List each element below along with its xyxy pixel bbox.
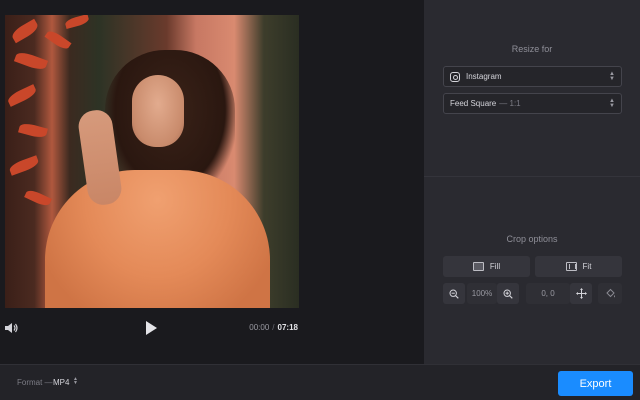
fit-icon <box>565 262 577 271</box>
platform-select[interactable]: Instagram ▲ ▼ <box>443 66 622 87</box>
move-button[interactable] <box>570 283 592 304</box>
fill-color-button[interactable] <box>598 283 622 304</box>
time-separator: / <box>272 323 275 332</box>
video-resizer-app: 00:00/07:18 Resize for Instagram ▲ ▼ Feed… <box>0 0 640 400</box>
fit-button[interactable]: Fit <box>535 256 622 277</box>
preset-select[interactable]: Feed Square — 1:1 ▲ ▼ <box>443 93 622 114</box>
export-button[interactable]: Export <box>558 371 633 396</box>
player-controls: 00:00/07:18 <box>0 316 424 340</box>
fill-icon <box>472 262 484 271</box>
fill-label: Fill <box>489 262 501 271</box>
instagram-icon <box>450 71 460 82</box>
bottom-bar: Format — MP4 ▲ ▼ Export <box>0 364 640 400</box>
preset-select-value: Feed Square <box>450 99 497 108</box>
play-icon[interactable] <box>144 320 158 336</box>
format-select[interactable]: MP4 <box>53 378 69 387</box>
playback-time: 00:00/07:18 <box>249 323 298 332</box>
zoom-in-icon <box>503 288 513 299</box>
resize-section-title: Resize for <box>511 44 553 54</box>
preview-area: 00:00/07:18 <box>0 0 424 364</box>
preset-ratio: — 1:1 <box>499 99 521 108</box>
position-value[interactable]: 0, 0 <box>526 283 570 304</box>
format-arrows-icon[interactable]: ▲ ▼ <box>73 377 78 386</box>
settings-panel: Resize for Instagram ▲ ▼ Feed Square — 1:… <box>424 0 640 364</box>
paint-bucket-icon <box>605 288 615 298</box>
fill-button[interactable]: Fill <box>443 256 530 277</box>
section-divider <box>424 176 640 177</box>
volume-icon[interactable] <box>4 321 18 335</box>
zoom-out-icon <box>449 288 459 299</box>
current-time: 00:00 <box>249 323 270 332</box>
platform-select-value: Instagram <box>466 72 502 81</box>
fit-label: Fit <box>582 262 592 271</box>
format-label: Format — <box>17 378 53 387</box>
zoom-value: 100% <box>467 283 497 304</box>
video-preview-image <box>5 15 299 308</box>
select-arrows-icon: ▲ ▼ <box>609 71 615 82</box>
crop-section-title: Crop options <box>506 234 558 244</box>
zoom-out-button[interactable] <box>443 283 465 304</box>
move-icon <box>575 288 587 299</box>
zoom-in-button[interactable] <box>497 283 519 304</box>
select-arrows-icon: ▲ ▼ <box>609 98 615 109</box>
total-time: 07:18 <box>277 323 298 332</box>
